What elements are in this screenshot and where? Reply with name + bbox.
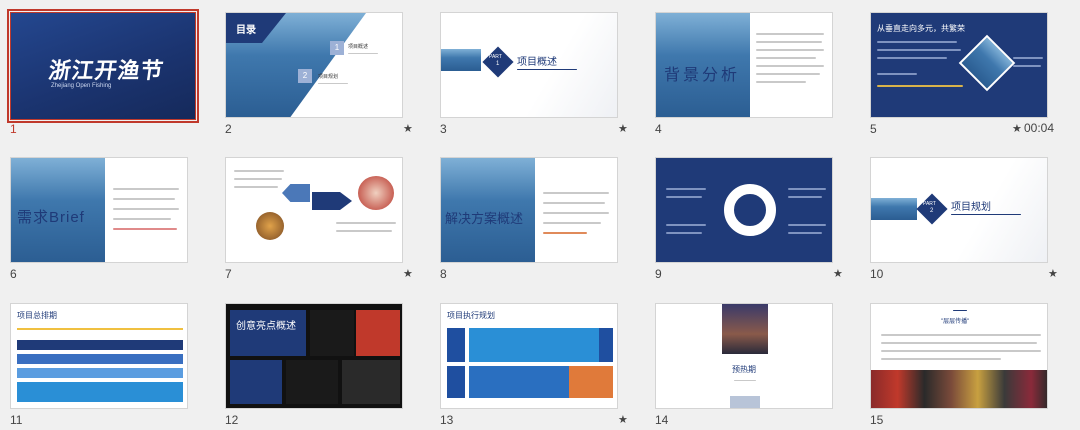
slide-thumbnail-14[interactable]: 预热期 xyxy=(655,303,833,409)
animation-star-icon: ★ xyxy=(403,268,413,280)
animation-star-icon: ★ xyxy=(618,123,628,135)
slide-thumbnail-7[interactable] xyxy=(225,157,403,263)
slide-thumbnail-11[interactable]: 项目总排期 xyxy=(10,303,188,409)
slide-thumbnail-1[interactable]: 浙江开渔节 Zhejiang Open Fishing xyxy=(7,9,199,123)
slide-number: 9 xyxy=(655,267,662,281)
slide-number: 11 xyxy=(10,413,23,427)
slide-number: 7 xyxy=(225,267,232,281)
slide-thumbnail-6[interactable]: 需求Brief xyxy=(10,157,188,263)
slide-number: 4 xyxy=(655,122,662,136)
slide-thumbnail-15[interactable]: "层层传播" xyxy=(870,303,1048,409)
slide-number: 10 xyxy=(870,267,884,281)
slide-thumbnail-9[interactable] xyxy=(655,157,833,263)
slide-2-item-2: 项目规划 xyxy=(318,74,339,80)
animation-star-icon: ★ xyxy=(833,268,843,280)
slide-thumbnail-2[interactable]: 目录 1 2 项目概述 项目规划 xyxy=(225,12,403,118)
slide-10-part: PART xyxy=(923,201,936,207)
slide-5-title: 从垂直走向多元，共繁荣 xyxy=(877,24,965,33)
slide-3-part: PART xyxy=(489,54,502,60)
slide-number: 13 xyxy=(440,413,454,427)
slide-number: 15 xyxy=(870,413,884,427)
slide-1-subtitle: Zhejiang Open Fishing xyxy=(51,83,112,89)
slide-thumbnail-5[interactable]: 从垂直走向多元，共繁荣 xyxy=(870,12,1048,118)
slide-sorter: 浙江开渔节 Zhejiang Open Fishing 1 目录 1 2 项目概… xyxy=(0,0,1080,430)
slide-3-title: 项目概述 xyxy=(517,57,557,68)
slide-8-title: 解决方案概述 xyxy=(445,211,524,226)
slide-number: 1 xyxy=(10,122,17,136)
slide-number: 5 xyxy=(870,122,877,136)
slide-1-title: 浙江开渔节 xyxy=(47,58,166,83)
slide-14-title: 预热期 xyxy=(732,365,756,374)
slide-number: 2 xyxy=(225,122,232,136)
slide-12-title: 创意亮点概述 xyxy=(236,321,296,332)
slide-6-title: 需求Brief xyxy=(17,209,85,226)
slide-thumbnail-3[interactable]: PART 1 项目概述 xyxy=(440,12,618,118)
slide-10-title: 项目规划 xyxy=(951,202,991,213)
animation-star-icon: ★ xyxy=(1048,268,1058,280)
slide-2-title: 目录 xyxy=(236,25,256,36)
slide-13-title: 项目执行规划 xyxy=(447,311,495,320)
slide-thumbnail-12[interactable]: 创意亮点概述 xyxy=(225,303,403,409)
slide-thumbnail-4[interactable]: 背景分析 xyxy=(655,12,833,118)
animation-star-icon: ★ xyxy=(403,123,413,135)
slide-number: 8 xyxy=(440,267,447,281)
slide-number: 12 xyxy=(225,413,239,427)
slide-thumbnail-10[interactable]: PART 2 项目规划 xyxy=(870,157,1048,263)
slide-thumbnail-13[interactable]: 项目执行规划 xyxy=(440,303,618,409)
slide-3-part-number: 1 xyxy=(496,61,500,67)
slide-10-part-number: 2 xyxy=(930,208,934,214)
slide-number: 3 xyxy=(440,122,447,136)
animation-star-icon: ★ xyxy=(618,414,628,426)
animation-star-icon: ★ xyxy=(1012,123,1022,135)
slide-15-title: "层层传播" xyxy=(941,319,970,325)
slide-4-title: 背景分析 xyxy=(664,67,741,84)
slide-number: 6 xyxy=(10,267,17,281)
slide-timing: 00:04 xyxy=(1024,121,1055,135)
slide-number: 14 xyxy=(655,413,669,427)
slide-thumbnail-8[interactable]: 解决方案概述 xyxy=(440,157,618,263)
slide-2-item-1: 项目概述 xyxy=(348,44,369,50)
slide-11-title: 项目总排期 xyxy=(17,311,57,320)
